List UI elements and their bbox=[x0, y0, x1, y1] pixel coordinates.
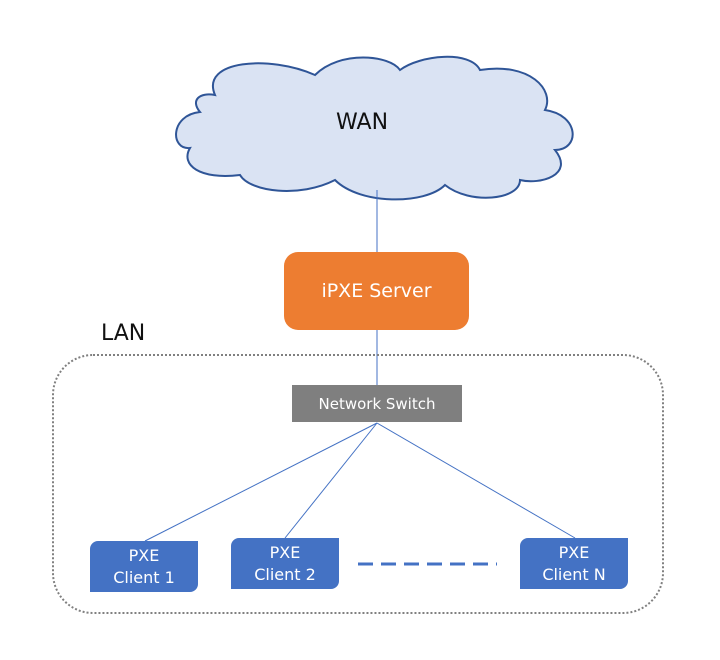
client-label-line2: Client 2 bbox=[254, 564, 316, 584]
client-label-line2: Client N bbox=[542, 564, 606, 584]
client-label-line2: Client 1 bbox=[113, 567, 175, 587]
wan-label: WAN bbox=[335, 110, 389, 135]
switch-clientn-link bbox=[376, 422, 576, 539]
pxe-client-2-node: PXE Client 2 bbox=[231, 538, 339, 589]
pxe-client-1-node: PXE Client 1 bbox=[90, 541, 198, 592]
switch-client2-link bbox=[284, 422, 378, 539]
switch-client1-link bbox=[144, 422, 378, 542]
client-label-line1: PXE bbox=[269, 542, 301, 562]
ipxe-server-label: iPXE Server bbox=[321, 280, 432, 302]
pxe-client-n-node: PXE Client N bbox=[520, 538, 628, 589]
network-switch-node: Network Switch bbox=[292, 385, 462, 422]
ipxe-server-node: iPXE Server bbox=[284, 252, 469, 330]
client-label-line1: PXE bbox=[558, 542, 590, 562]
network-switch-label: Network Switch bbox=[318, 394, 436, 413]
lan-label: LAN bbox=[101, 321, 146, 346]
client-label-line1: PXE bbox=[128, 545, 160, 565]
